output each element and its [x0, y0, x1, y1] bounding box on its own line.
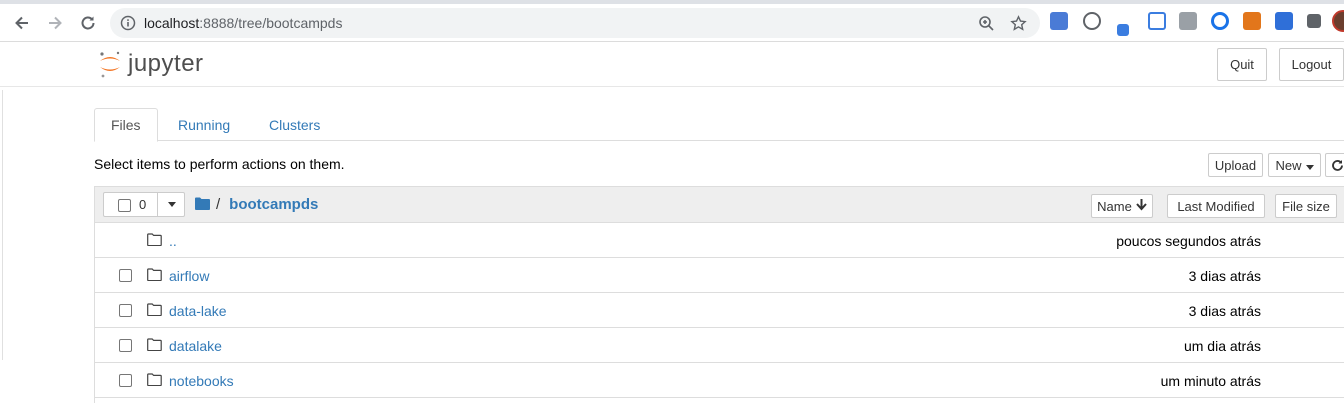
jupyter-logo[interactable]: jupyter	[98, 49, 204, 79]
select-all-checkbox[interactable]	[118, 199, 131, 212]
item-checkbox[interactable]	[119, 304, 132, 317]
jupyter-header: jupyter Quit Logout	[0, 43, 1344, 87]
item-checkbox[interactable]	[119, 269, 132, 282]
item-name[interactable]: data-lake	[169, 303, 227, 319]
list-item[interactable]: airflow 3 dias atrás	[95, 258, 1344, 293]
url-text: localhost:8888/tree/bootcampds	[144, 15, 343, 31]
refresh-icon	[1331, 159, 1343, 171]
site-info-icon[interactable]	[120, 15, 136, 34]
shield-extension-icon[interactable]	[1275, 12, 1293, 30]
sort-size-button[interactable]: File size	[1275, 194, 1337, 218]
select-all-group[interactable]: 0	[103, 192, 185, 217]
list-item[interactable]: data-lake 3 dias atrás	[95, 293, 1344, 328]
list-header: 0 / bootcampds Name Last Modified File s…	[95, 187, 1344, 223]
breadcrumb-separator: /	[216, 196, 221, 213]
screen-extension-icon[interactable]	[1148, 12, 1166, 30]
translate-extension-icon[interactable]	[1050, 12, 1068, 30]
tab-strip	[0, 0, 1344, 4]
location-extension-icon[interactable]	[1211, 12, 1229, 30]
list-item[interactable]: notebooks um minuto atrás	[95, 363, 1344, 398]
folder-icon	[147, 303, 162, 319]
list-item-parent[interactable]: .. poucos segundos atrás	[95, 223, 1344, 258]
jupyter-logo-icon	[100, 51, 120, 78]
folder-home-icon[interactable]	[195, 197, 210, 213]
upload-button[interactable]: Upload	[1208, 153, 1263, 177]
picker-extension-icon[interactable]	[1117, 24, 1129, 36]
new-dropdown-button[interactable]: New	[1268, 153, 1321, 177]
refresh-button[interactable]	[1325, 153, 1344, 177]
item-name[interactable]: airflow	[169, 268, 209, 284]
caret-down-icon	[167, 202, 176, 207]
tab-bar: Files Running Clusters	[94, 108, 1344, 142]
item-modified: um minuto atrás	[1160, 373, 1261, 389]
select-dropdown-button[interactable]	[157, 192, 185, 217]
selected-count: 0	[139, 197, 147, 212]
new-label: New	[1275, 157, 1302, 173]
tab-files[interactable]: Files	[94, 108, 158, 142]
sort-modified-button[interactable]: Last Modified	[1167, 194, 1265, 218]
puzzle-extensions-icon[interactable]	[1307, 14, 1321, 28]
bookmark-star-icon[interactable]	[1010, 15, 1027, 35]
sort-name-button[interactable]: Name	[1091, 194, 1153, 218]
item-checkbox[interactable]	[119, 374, 132, 387]
quit-button[interactable]: Quit	[1217, 48, 1267, 81]
sort-name-label: Name	[1097, 198, 1132, 214]
folder-icon	[147, 268, 162, 284]
logo-text: jupyter	[128, 50, 204, 77]
metamask-extension-icon[interactable]	[1243, 12, 1261, 30]
folder-icon	[147, 233, 162, 249]
item-checkbox[interactable]	[119, 339, 132, 352]
item-modified: um dia atrás	[1183, 338, 1261, 354]
caret-down-icon	[1305, 158, 1314, 173]
browser-toolbar: localhost:8888/tree/bootcampds	[0, 0, 1344, 42]
tab-clusters[interactable]: Clusters	[253, 108, 336, 141]
item-name[interactable]: notebooks	[169, 373, 234, 389]
breadcrumb-current-folder[interactable]: bootcampds	[229, 196, 318, 213]
item-modified: 3 dias atrás	[1188, 303, 1261, 319]
zoom-icon[interactable]	[978, 15, 995, 35]
reload-icon[interactable]	[76, 11, 100, 35]
instructions-text: Select items to perform actions on them.	[94, 156, 345, 172]
item-name[interactable]: datalake	[169, 338, 222, 354]
address-bar[interactable]: localhost:8888/tree/bootcampds	[110, 8, 1040, 38]
arrow-down-icon	[1136, 198, 1147, 214]
folder-icon	[147, 338, 162, 354]
tab-running[interactable]: Running	[162, 108, 246, 141]
logout-button[interactable]: Logout	[1279, 48, 1344, 81]
file-list: 0 / bootcampds Name Last Modified File s…	[94, 186, 1344, 403]
left-divider	[0, 90, 3, 360]
breadcrumb: / bootcampds	[195, 196, 318, 213]
item-name[interactable]: ..	[169, 233, 177, 249]
code-extension-icon[interactable]	[1179, 12, 1197, 30]
back-icon[interactable]	[10, 11, 34, 35]
pocket-extension-icon[interactable]	[1083, 12, 1101, 30]
forward-icon[interactable]	[43, 11, 67, 35]
list-item[interactable]: datalake um dia atrás	[95, 328, 1344, 363]
folder-icon	[147, 373, 162, 389]
item-modified: 3 dias atrás	[1188, 268, 1261, 284]
item-modified: poucos segundos atrás	[1116, 233, 1261, 249]
profile-avatar[interactable]	[1332, 10, 1344, 32]
